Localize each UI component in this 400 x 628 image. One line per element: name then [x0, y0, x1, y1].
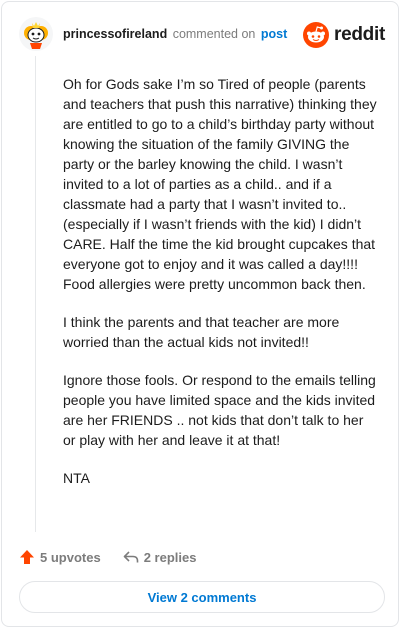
replies-button[interactable]: 2 replies	[123, 549, 197, 565]
user-avatar[interactable]	[19, 17, 53, 51]
post-link[interactable]: post	[261, 27, 287, 41]
byline-verb: commented on	[172, 27, 256, 41]
comment-byline: princessofireland commented on post	[63, 27, 287, 41]
view-comments-button[interactable]: View 2 comments	[19, 581, 385, 613]
comment-paragraph: Ignore those fools. Or respond to the em…	[63, 372, 376, 448]
upvote-button[interactable]: 5 upvotes	[19, 549, 101, 565]
comment-header: princessofireland commented on post redd…	[19, 17, 385, 53]
reply-arrow-icon	[123, 551, 138, 563]
username-link[interactable]: princessofireland	[63, 27, 167, 41]
comment-paragraph: I think the parents and that teacher are…	[63, 314, 340, 350]
comment-paragraph: NTA	[63, 470, 90, 486]
reddit-logo[interactable]: reddit	[303, 22, 385, 48]
reply-count: 2 replies	[143, 549, 197, 565]
reddit-snoo-icon	[303, 22, 330, 48]
upvote-arrow-icon	[20, 550, 34, 564]
comment-actions: 5 upvotes 2 replies	[19, 546, 218, 568]
thread-line[interactable]	[35, 56, 36, 532]
reddit-wordmark: reddit	[334, 24, 385, 45]
comment-body: Oh for Gods sake I’m so Tired of people …	[63, 74, 379, 506]
comment-paragraph: Oh for Gods sake I’m so Tired of people …	[63, 76, 377, 292]
comment-card: princessofireland commented on post redd…	[1, 1, 399, 627]
upvote-count: 5 upvotes	[40, 549, 101, 565]
